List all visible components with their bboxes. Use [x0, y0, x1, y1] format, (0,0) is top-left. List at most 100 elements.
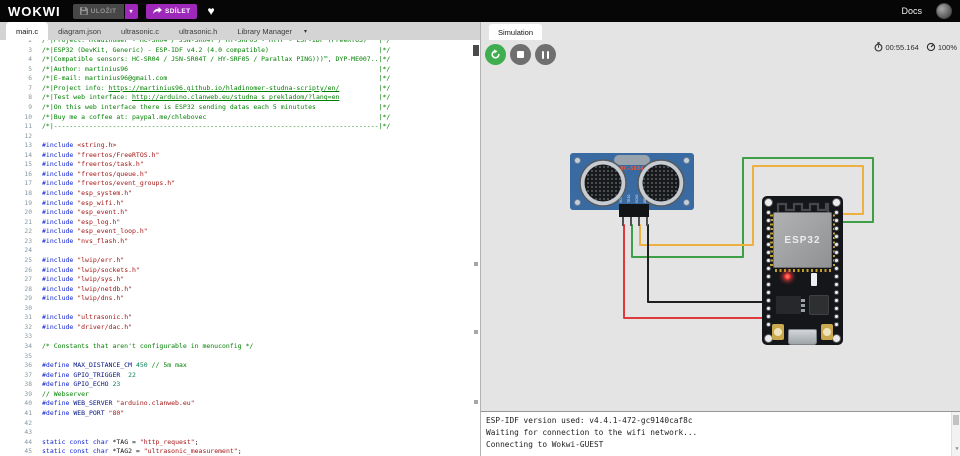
simulation-panel: Simulation: [481, 22, 960, 456]
overview-ruler-mark: [474, 400, 478, 404]
code-line: 45static const char *TAG2 = "ultrasonic_…: [0, 447, 472, 456]
esp32-pin[interactable]: [766, 314, 771, 319]
save-button[interactable]: ULOŽIT: [73, 4, 124, 19]
esp32-pin[interactable]: [766, 322, 771, 327]
esp32-pin[interactable]: [766, 242, 771, 247]
hc-sr04-sensor[interactable]: HC-SR04 VCCTRIGECHOGND: [570, 153, 694, 210]
code-line: 38#define GPIO_ECHO 23: [0, 380, 472, 390]
esp32-pin[interactable]: [834, 218, 839, 223]
overview-ruler-mark: [474, 330, 478, 334]
save-dropdown-button[interactable]: ▾: [125, 4, 138, 19]
esp32-pin[interactable]: [834, 282, 839, 287]
mount-hole: [832, 198, 841, 207]
code-line: 16#include "freertos/queue.h": [0, 170, 472, 180]
chevron-down-icon: ▾: [130, 8, 133, 15]
serial-line: Waiting for connection to the wifi netwo…: [486, 427, 955, 439]
code-line: 22#include "esp_event_loop.h": [0, 227, 472, 237]
esp32-pin[interactable]: [834, 234, 839, 239]
code-editor[interactable]: 2/*|Project: Hladinomer - HC-SR04 / JSN-…: [0, 40, 480, 456]
esp32-pin[interactable]: [766, 258, 771, 263]
esp32-pin[interactable]: [766, 266, 771, 271]
esp32-pin[interactable]: [834, 210, 839, 215]
sensor-pin-label-trig: TRIG: [628, 187, 632, 203]
tab-diagram-json[interactable]: diagram.json: [48, 22, 111, 40]
esp32-pin[interactable]: [834, 306, 839, 311]
esp32-pin[interactable]: [834, 290, 839, 295]
serial-scrollbar[interactable]: ▼: [951, 412, 960, 456]
code-line: 36#define MAX_DISTANCE_CM 450 // 5m max: [0, 361, 472, 371]
scroll-down-icon[interactable]: ▼: [955, 443, 958, 455]
mount-hole: [832, 334, 841, 343]
serial-scrollbar-thumb[interactable]: [953, 415, 959, 425]
esp32-pin[interactable]: [766, 218, 771, 223]
esp32-pin[interactable]: [766, 274, 771, 279]
code-line: 11/*|-----------------------------------…: [0, 122, 472, 132]
code-line: 32#include "driver/dac.h": [0, 323, 472, 333]
esp32-pin[interactable]: [834, 298, 839, 303]
esp32-pin[interactable]: [766, 282, 771, 287]
serial-line: Connecting to Wokwi-GUEST: [486, 439, 955, 451]
editor-scrollbar-thumb[interactable]: [473, 45, 479, 56]
esp32-pin[interactable]: [834, 274, 839, 279]
code-line: 4/*|Compatible sensors: HC-SR04 / JSN-SR…: [0, 55, 472, 65]
tab-main-c[interactable]: main.c: [6, 22, 48, 40]
docs-link[interactable]: Docs: [901, 6, 922, 16]
wokwi-logo[interactable]: WOKWI: [8, 4, 61, 19]
code-line: 35: [0, 352, 472, 362]
sensor-pin-label-echo: ECHO: [636, 187, 640, 203]
esp32-pin[interactable]: [766, 290, 771, 295]
code-line: 12: [0, 132, 472, 142]
code-line: 25#include "lwip/err.h": [0, 256, 472, 266]
esp32-pin[interactable]: [834, 242, 839, 247]
code-line: 29#include "lwip/dns.h": [0, 294, 472, 304]
esp32-pin[interactable]: [834, 258, 839, 263]
code-line: 27#include "lwip/sys.h": [0, 275, 472, 285]
code-line: 30: [0, 304, 472, 314]
boot-button[interactable]: [821, 324, 833, 340]
board-label: ESP32: [784, 235, 820, 246]
esp32-pin[interactable]: [766, 234, 771, 239]
serial-monitor[interactable]: ESP-IDF version used: v4.4.1-472-gc9140c…: [481, 411, 960, 456]
wire-gnd[interactable]: [648, 225, 768, 302]
code-line: 6/*|E-mail: martinius96@gmail.com |*/: [0, 74, 472, 84]
code-line: 31#include "ultrasonic.h": [0, 313, 472, 323]
code-line: 15#include "freertos/task.h": [0, 160, 472, 170]
esp32-board[interactable]: ESP32: [762, 196, 843, 345]
overview-ruler-mark: [474, 262, 478, 266]
shield-pads: [775, 269, 831, 272]
usb-uart-chip: [809, 295, 829, 315]
esp32-pin[interactable]: [766, 298, 771, 303]
code-line: 13#include <string.h>: [0, 141, 472, 151]
code-line: 34/* Constants that aren't configurable …: [0, 342, 472, 352]
tab-ultrasonic-c[interactable]: ultrasonic.c: [111, 22, 169, 40]
esp32-pin[interactable]: [834, 314, 839, 319]
avatar[interactable]: [936, 3, 952, 19]
sensor-label: HC-SR04: [570, 166, 694, 172]
code-line: 44static const char *TAG = "http_request…: [0, 438, 472, 448]
esp32-pin[interactable]: [766, 210, 771, 215]
esp32-pin[interactable]: [834, 250, 839, 255]
esp32-pin[interactable]: [834, 266, 839, 271]
code-line: 24: [0, 246, 472, 256]
favorite-heart-icon[interactable]: ♥: [207, 4, 214, 18]
code-line: 3/*|ESP32 (DevKit, Generic) - ESP-IDF v4…: [0, 46, 472, 56]
wire-vcc[interactable]: [624, 225, 768, 318]
tab-library-manager[interactable]: Library Manager: [227, 22, 302, 40]
esp32-pin[interactable]: [834, 226, 839, 231]
library-manager-caret-icon[interactable]: ▾: [302, 22, 313, 40]
esp32-pin[interactable]: [766, 226, 771, 231]
save-button-label: ULOŽIT: [91, 8, 117, 15]
code-line: 7/*|Project info: https://martinius96.gi…: [0, 84, 472, 94]
editor-pane: main.cdiagram.jsonultrasonic.cultrasonic…: [0, 22, 481, 456]
usb-connector: [788, 329, 817, 345]
share-button[interactable]: SDÍLET: [146, 4, 198, 19]
code-line: 37#define GPIO_TRIGGER 22: [0, 371, 472, 381]
esp32-pin[interactable]: [834, 322, 839, 327]
en-button[interactable]: [772, 324, 784, 340]
code-line: 9/*|On this web interface there is ESP32…: [0, 103, 472, 113]
esp32-pin[interactable]: [766, 250, 771, 255]
esp32-pin[interactable]: [766, 306, 771, 311]
mount-hole: [764, 198, 773, 207]
code-line: 10/*|Buy me a coffee at: paypal.me/chleb…: [0, 113, 472, 123]
tab-ultrasonic-h[interactable]: ultrasonic.h: [169, 22, 227, 40]
